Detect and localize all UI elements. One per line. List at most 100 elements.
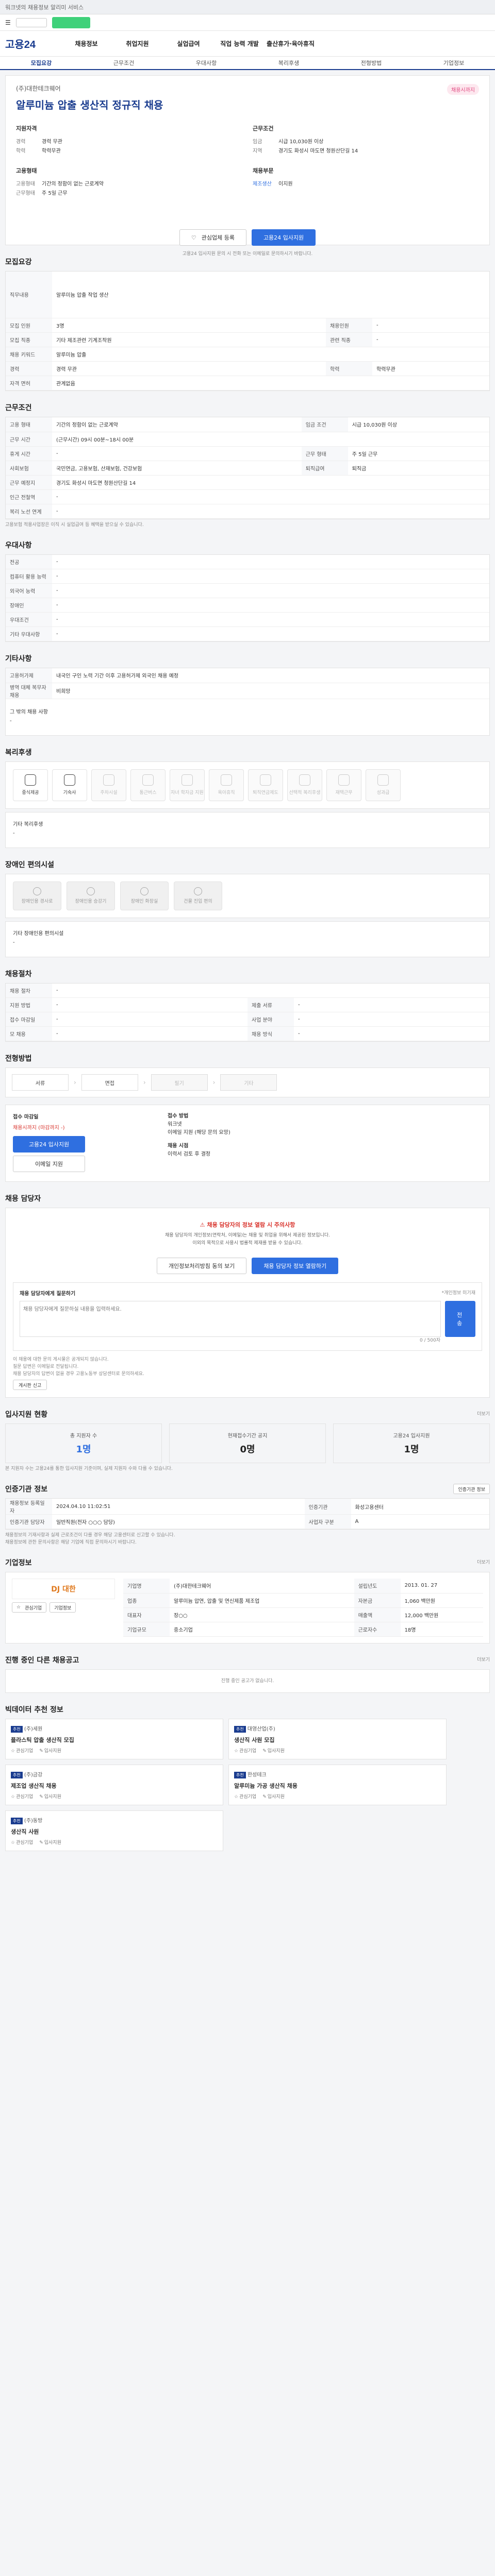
row-value: 알루미늄 압연, 압출 및 연신제품 제조업 (170, 1593, 354, 1608)
card-apply-link[interactable]: 입사지원 (262, 1793, 285, 1800)
org-info-button[interactable]: 인증기관 정보 (453, 1484, 490, 1494)
apply-section: 접수 마감일 채용시까지 (마감까지 -) 고용24 입사지원 이메일 지원 접… (5, 1105, 490, 1182)
row-label: 모 채용 (6, 1026, 52, 1041)
table-row: 사회보험 국민연금, 고용보험, 산재보험, 건강보험 퇴직급여 퇴직금 (6, 461, 489, 476)
card-fav-link[interactable]: 관심기업 (11, 1793, 33, 1800)
row-label: 근무 시간 (6, 432, 52, 447)
status-more-link[interactable]: 더보기 (477, 1411, 490, 1418)
row-label: 사업 분야 (248, 1012, 294, 1027)
recommended-job-card[interactable]: 추천 한성테크알루미늄 가공 생산직 채용관심기업 입사지원 (228, 1764, 447, 1805)
manager-section: 채용 담당자의 정보 열람 시 주의사항 채용 담당자의 개인정보(연락처, 이… (5, 1208, 490, 1398)
banner-button[interactable] (52, 16, 90, 28)
recommended-job-card[interactable]: 추천 (주)동방생산직 사원관심기업 입사지원 (5, 1810, 223, 1851)
facility-etc: 기타 장애인용 편의시설 - (5, 921, 490, 957)
card-fav-link[interactable]: 관심기업 (234, 1747, 256, 1754)
row-label: 기업규모 (123, 1622, 170, 1637)
employment-type-heading: 고용형태 (16, 167, 37, 174)
search-input[interactable] (15, 18, 47, 27)
company-section: DJ 대한 관심기업 기업정보 기업명(주)대한테크웨어설립년도2013. 01… (5, 1572, 490, 1643)
conditions-heading: 근무조건 (253, 125, 274, 132)
card-title[interactable]: 생산직 사원 모집 (234, 1736, 441, 1744)
card-apply-link[interactable]: 입사지원 (262, 1747, 285, 1754)
card-title[interactable]: 플라스틱 압출 생산직 모집 (11, 1736, 218, 1744)
star-icon (16, 1605, 22, 1610)
process-step: 면접 (81, 1074, 138, 1091)
row-value: - (52, 612, 489, 627)
view-manager-info-button[interactable]: 채용 담당자 정보 열람하기 (252, 1258, 339, 1274)
apply-online-button[interactable]: 고용24 입사지원 (13, 1136, 85, 1153)
tab-welfare[interactable]: 복리후생 (248, 57, 330, 69)
gnb-item-training[interactable]: 직업 능력 개발 (214, 39, 265, 48)
char-counter: 0 / 500자 (420, 1338, 440, 1343)
card-apply-link[interactable]: 입사지원 (39, 1747, 61, 1754)
tab-work[interactable]: 근무조건 (82, 57, 165, 69)
tab-recruit[interactable]: 모집요강 (0, 57, 82, 69)
result-value: 이력서 검토 후 결정 (168, 1151, 211, 1157)
table-row: 외국어 능력 - (6, 583, 489, 598)
alert-heading: 채용 담당자의 정보 열람 시 주의사항 (13, 1221, 482, 1229)
row-label: 지원 방법 (6, 997, 52, 1012)
card-fav-link[interactable]: 관심기업 (11, 1839, 33, 1845)
status-title: 입사지원 현황 (5, 1411, 48, 1419)
report-button[interactable]: 게시판 신고 (13, 1380, 47, 1390)
tab-company[interactable]: 기업정보 (412, 57, 495, 69)
heart-icon (191, 234, 199, 241)
screening-title: 채용절차 (5, 970, 32, 978)
accessibility-icon (33, 887, 41, 895)
welfare-label: 육아휴직 (218, 790, 235, 795)
related-more-link[interactable]: 더보기 (477, 1656, 490, 1664)
org-notes: 채용정보의 기재사항과 실제 근로조건이 다를 경우 해당 고용센터로 신고할 … (5, 1532, 490, 1546)
card-title[interactable]: 알루미늄 가공 생산직 채용 (234, 1782, 441, 1790)
gnb-item-leave[interactable]: 출산휴가·육아휴직 (265, 39, 316, 48)
tab-pref[interactable]: 우대사항 (165, 57, 248, 69)
card-apply-link[interactable]: 입사지원 (39, 1839, 61, 1845)
gnb-item-unemployment[interactable]: 실업급여 (163, 39, 214, 48)
gnb-item-employment-support[interactable]: 취업지원 (112, 39, 163, 48)
card-fav-link[interactable]: 관심기업 (11, 1747, 33, 1754)
email-apply-button[interactable]: 이메일 지원 (13, 1156, 85, 1172)
card-title[interactable]: 생산직 사원 (11, 1827, 218, 1836)
card-fav-link[interactable]: 관심기업 (234, 1793, 256, 1800)
company-fav-button[interactable]: 관심기업 (12, 1602, 47, 1613)
summary-row: 학력 학력무관 (16, 148, 61, 154)
row-value: 2024.04.10 11:02:51 (52, 1499, 305, 1515)
summary-row: 지역 경기도 화성시 마도면 청원산단길 14 (253, 148, 358, 154)
row-value: 장○○ (170, 1607, 354, 1622)
card-header: 추천 (주)세원 (11, 1724, 218, 1733)
recommended-job-card[interactable]: 추천 (주)금강제조업 생산직 채용관심기업 입사지원 (5, 1764, 223, 1805)
welfare-icon (221, 774, 232, 786)
site-logo[interactable]: 고용24 (3, 36, 61, 51)
apply-button[interactable]: 고용24 입사지원 (251, 229, 316, 246)
row-label: 대표자 (123, 1607, 170, 1622)
row-value: 주 5일 근무 (348, 446, 489, 461)
gnb-item-jobs[interactable]: 채용정보 (61, 39, 112, 48)
question-input[interactable] (20, 1301, 441, 1337)
company-name[interactable]: (주)대한테크웨어 (16, 84, 479, 93)
company-title: 기업정보 (5, 1559, 32, 1567)
question-submit-button[interactable]: 전송 (445, 1301, 475, 1337)
menu-icon[interactable]: ☰ (5, 19, 11, 26)
row-value: - (52, 504, 489, 519)
card-apply-link[interactable]: 입사지원 (39, 1793, 61, 1800)
welfare-label: 중식제공 (22, 790, 39, 795)
row-label: 매출액 (354, 1607, 401, 1622)
row-label: 관련 직종 (326, 332, 373, 347)
question-title: 채용 담당자에게 질문하기 (20, 1291, 76, 1297)
tab-process[interactable]: 전형방법 (330, 57, 412, 69)
card-title[interactable]: 제조업 생산직 채용 (11, 1782, 218, 1790)
welfare-item: 중식제공 (13, 769, 48, 801)
favorite-company-button[interactable]: 관심업체 등록 (179, 229, 246, 246)
privacy-policy-button[interactable]: 개인정보처리방침 동의 보기 (156, 1258, 247, 1274)
table-row: 고용 형태 기간의 정함이 없는 근로계약 임금 조건 시급 10,030원 이상 (6, 417, 489, 432)
table-row: 근무 시간 (근무시간) 09시 00분~18시 00분 (6, 432, 489, 447)
company-more-link[interactable]: 더보기 (477, 1559, 490, 1566)
row-label: 근로자수 (354, 1622, 401, 1637)
table-row: 대표자 장○○ 매출액 12,000 백만원 (123, 1607, 483, 1622)
privacy-alert: 채용 담당자의 정보 열람 시 주의사항 채용 담당자의 개인정보(연락처, 이… (13, 1215, 482, 1252)
company-info-button[interactable]: 기업정보 (50, 1602, 76, 1613)
card-actions: 관심기업 입사지원 (234, 1747, 441, 1754)
process-section: 서류 › 면접 › 필기 › 기타 (5, 1067, 490, 1097)
recommended-job-card[interactable]: 추천 (주)세원플라스틱 압출 생산직 모집관심기업 입사지원 (5, 1718, 223, 1759)
etc-title: 기타사항 (5, 655, 32, 663)
recommended-job-card[interactable]: 추천 대영산업(주) 생산직 사원 모집관심기업 입사지원 (228, 1718, 447, 1759)
